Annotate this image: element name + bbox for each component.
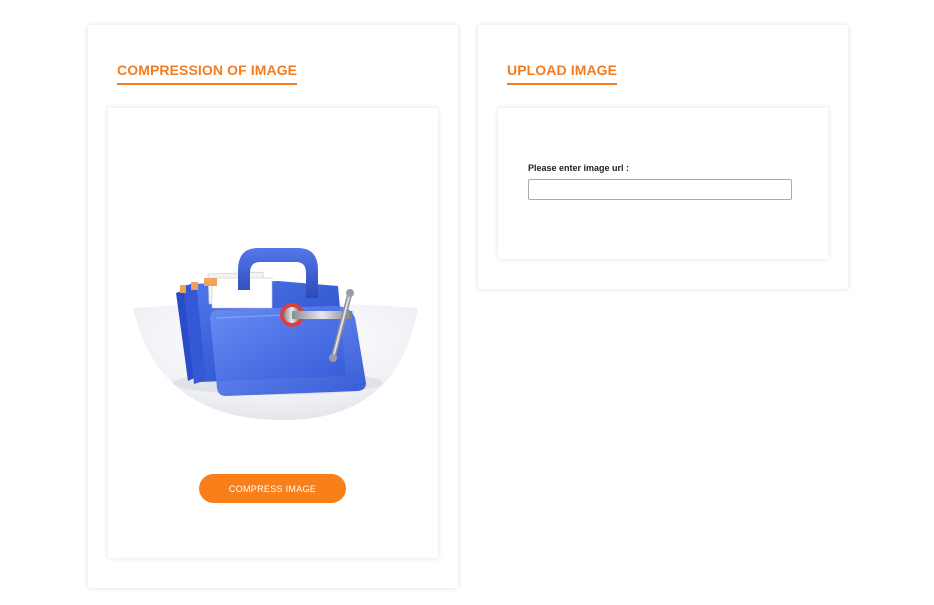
compression-panel: COMPRESS IMAGE <box>108 108 438 558</box>
image-url-input[interactable] <box>528 179 792 200</box>
upload-title: UPLOAD IMAGE <box>507 62 618 85</box>
upload-card: UPLOAD IMAGE Please enter image url : <box>478 25 848 289</box>
compress-image-button[interactable]: COMPRESS IMAGE <box>199 474 346 503</box>
folder-clamp-icon <box>133 248 418 421</box>
compression-card: COMPRESSION OF IMAGE COMPRESS IMAGE <box>88 25 458 588</box>
compression-title: COMPRESSION OF IMAGE <box>117 62 298 85</box>
upload-panel: Please enter image url : <box>498 108 828 259</box>
image-url-label: Please enter image url : <box>528 163 630 173</box>
